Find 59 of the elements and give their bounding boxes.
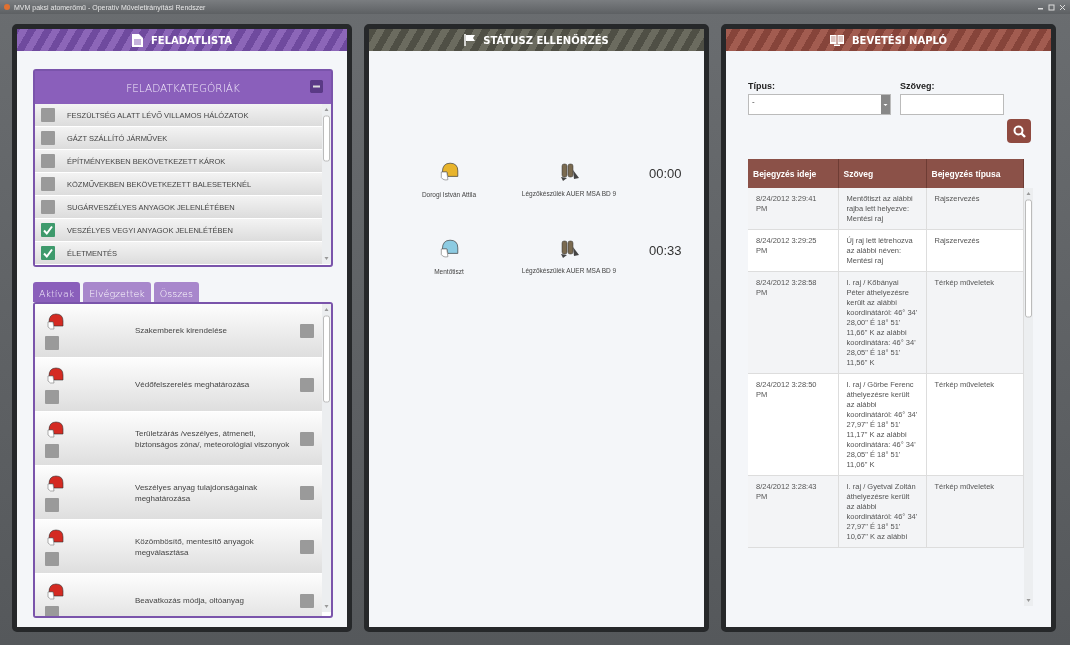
task-label: Szakemberek kirendelése (135, 325, 229, 336)
category-checkbox[interactable] (41, 223, 55, 237)
task-checkbox[interactable] (45, 335, 59, 350)
field-label: Szöveg: (900, 81, 936, 91)
category-checkbox[interactable] (41, 200, 55, 214)
type-dropdown[interactable]: - (748, 94, 891, 115)
collapse-icon[interactable] (310, 80, 323, 93)
category-checkbox[interactable] (41, 246, 55, 260)
task-label: Közömbösítő, mentesítő anyagok megválasztása (135, 535, 255, 558)
helmet-icon (45, 527, 65, 548)
panel-title: STÁTUSZ ELLENŐRZÉS (483, 34, 609, 46)
document-icon (132, 33, 144, 47)
breathing-apparatus-icon (558, 162, 580, 182)
scrollbar[interactable] (322, 304, 331, 612)
search-icon (1012, 124, 1026, 138)
task-label: Veszélyes anyag tulajdonságainak meghatározása (135, 481, 259, 504)
helmet-icon (45, 581, 65, 602)
book-icon (829, 34, 844, 46)
breathing-apparatus-icon (558, 239, 580, 259)
helmet-icon (45, 311, 65, 332)
task-checkbox[interactable] (300, 593, 314, 608)
helmet-icon (45, 473, 65, 494)
column-header[interactable]: Bejegyzés típusa (926, 159, 1023, 188)
search-button[interactable] (1007, 119, 1031, 143)
flag-icon (464, 34, 476, 46)
category-checkbox[interactable] (41, 177, 55, 191)
category-checkbox[interactable] (41, 108, 55, 122)
task-checkbox[interactable] (300, 485, 314, 500)
category-title: FELADATKATEGÓRIÁK (126, 81, 240, 94)
elapsed-time: 00:33 (649, 243, 682, 258)
app-icon (4, 4, 10, 10)
category-checkbox[interactable] (41, 131, 55, 145)
tab[interactable]: Aktívak (33, 282, 81, 302)
task-checkbox[interactable] (300, 323, 314, 338)
category-checkbox[interactable] (41, 154, 55, 168)
field-label: Típus: (748, 81, 776, 91)
column-header[interactable]: Bejegyzés ideje (748, 159, 838, 188)
task-checkbox[interactable] (45, 443, 59, 458)
panel-title: BEVETÉSI NAPLÓ (851, 34, 947, 46)
task-checkbox[interactable] (45, 497, 59, 512)
text-field[interactable] (900, 94, 1004, 115)
helmet-icon (45, 365, 65, 386)
close-icon[interactable] (1059, 3, 1066, 11)
helmet-icon (45, 419, 65, 440)
task-checkbox[interactable] (45, 389, 59, 404)
scrollbar[interactable] (1023, 188, 1033, 606)
elapsed-time: 00:00 (649, 166, 682, 181)
task-checkbox[interactable] (45, 551, 59, 566)
task-checkbox[interactable] (45, 605, 59, 616)
column-header[interactable]: Szöveg (838, 159, 926, 188)
task-label: Területzárás /veszélyes, átmeneti, biztonságos zóna/, meteorológiai viszonyok (135, 427, 291, 450)
task-label: Védőfelszerelés meghatározása (135, 379, 251, 390)
scrollbar[interactable] (322, 104, 331, 264)
task-checkbox[interactable] (300, 431, 314, 446)
task-label: Beavatkozás módja, oltóanyag (135, 595, 245, 606)
panel-title: FELADATLISTA (151, 34, 232, 46)
maximize-icon[interactable] (1048, 3, 1055, 11)
task-checkbox[interactable] (300, 377, 314, 392)
task-checkbox[interactable] (300, 539, 314, 554)
